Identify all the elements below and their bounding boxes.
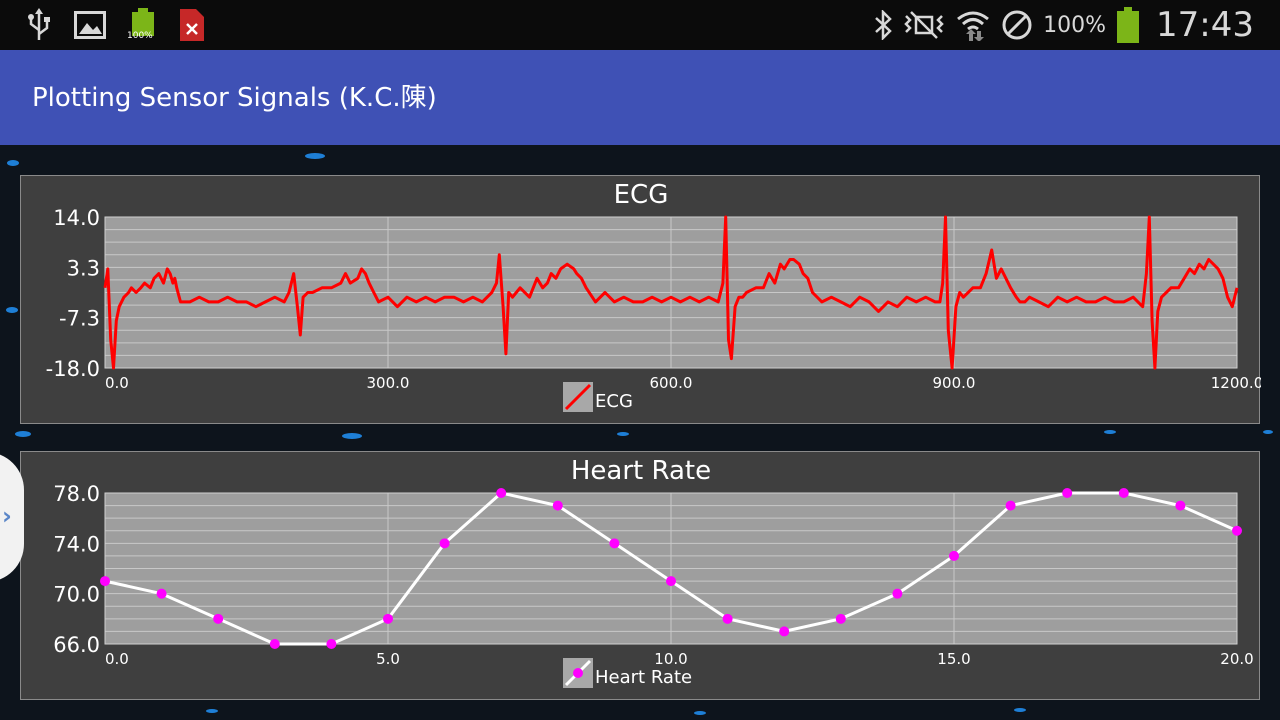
heart-rate-data-point	[1005, 500, 1016, 511]
bluetooth-icon	[875, 10, 892, 40]
ecg-chart-svg: ECG 14.0 3.3 -7.3 -18.0 0.0 300.0 600.0 900.0 120…	[46, 180, 1261, 412]
heart-rate-data-point	[496, 488, 507, 498]
heart-rate-data-point	[892, 588, 903, 599]
battery-icon	[1117, 7, 1140, 43]
heart-rate-data-point	[1232, 525, 1242, 536]
heart-rate-data-point	[326, 639, 337, 649]
heart-rate-data-point	[666, 576, 676, 587]
heart-rate-y-tick-label: 70.0	[53, 583, 100, 607]
ecg-chart: ECG 14.0 3.3 -7.3 -18.0 0.0 300.0 600.0 900.0 120…	[20, 175, 1261, 424]
heart-rate-data-point	[439, 538, 450, 549]
heart-rate-legend-marker	[573, 668, 583, 678]
heart-rate-y-tick-label: 66.0	[53, 633, 100, 657]
clock: 17:43	[1156, 5, 1254, 45]
heart-rate-data-point	[552, 500, 563, 511]
heart-rate-data-point	[156, 588, 167, 599]
mute-icon	[904, 11, 944, 39]
heart-rate-data-point	[1118, 488, 1129, 498]
ecg-x-tick-label: 1200.0	[1211, 374, 1261, 392]
heart-rate-data-point	[722, 613, 733, 624]
ecg-y-tick-label: 14.0	[53, 206, 100, 230]
ecg-x-tick-label: 300.0	[367, 374, 410, 392]
status-bar: 100% 100% 17:43	[0, 0, 1280, 50]
heart-rate-x-tick-label: 10.0	[654, 650, 687, 668]
heart-rate-x-tick-label: 5.0	[376, 650, 400, 668]
heart-rate-data-point	[835, 613, 846, 624]
chevron-right-icon: ›	[2, 502, 12, 530]
ecg-y-tick-label: -18.0	[46, 357, 100, 381]
heart-rate-legend-label: Heart Rate	[595, 667, 692, 688]
app-toolbar: Plotting Sensor Signals (K.C.陳)	[0, 50, 1280, 145]
pdf-error-icon	[180, 9, 204, 41]
ecg-x-tick-label: 0.0	[105, 374, 129, 392]
heart-rate-chart: Heart Rate 78.0 74.0 70.0 66.0 0.0 5.0 10.0 15.0…	[20, 451, 1260, 700]
heart-rate-data-point	[1175, 500, 1186, 511]
ecg-y-tick-label: 3.3	[67, 256, 100, 280]
heart-rate-data-point	[269, 639, 280, 649]
app-title: Plotting Sensor Signals (K.C.陳)	[32, 83, 437, 113]
notification-icons: 100%	[26, 8, 204, 42]
heart-rate-y-tick-label: 74.0	[53, 532, 100, 556]
heart-rate-data-point	[949, 550, 959, 561]
heart-rate-data-point	[100, 576, 110, 587]
small-battery-label: 100%	[127, 31, 153, 41]
battery-percent: 100%	[1043, 12, 1107, 38]
heart-rate-x-tick-label: 20.0	[1220, 650, 1253, 668]
image-icon	[74, 11, 106, 39]
heart-rate-data-point	[1062, 488, 1073, 498]
wifi-icon	[957, 11, 990, 41]
ecg-legend-label: ECG	[595, 391, 633, 412]
heart-rate-chart-svg: Heart Rate 78.0 74.0 70.0 66.0 0.0 5.0 10.0 15.0…	[53, 456, 1254, 688]
ecg-x-tick-label: 900.0	[933, 374, 976, 392]
heart-rate-y-tick-label: 78.0	[53, 482, 100, 506]
system-icons: 100% 17:43	[873, 5, 1254, 45]
heart-rate-data-point	[779, 626, 790, 637]
battery-saver-icon: 100%	[127, 8, 158, 42]
heart-rate-x-tick-label: 0.0	[105, 650, 129, 668]
heart-rate-title: Heart Rate	[571, 456, 711, 486]
blocked-icon	[1002, 10, 1032, 40]
heart-rate-x-tick-label: 15.0	[937, 650, 970, 668]
ecg-x-tick-label: 600.0	[650, 374, 693, 392]
heart-rate-data-point	[383, 613, 393, 624]
heart-rate-data-point	[609, 538, 620, 549]
ecg-y-tick-label: -7.3	[59, 307, 100, 331]
usb-icon	[28, 8, 50, 40]
heart-rate-data-point	[213, 613, 224, 624]
ecg-title: ECG	[614, 180, 669, 210]
